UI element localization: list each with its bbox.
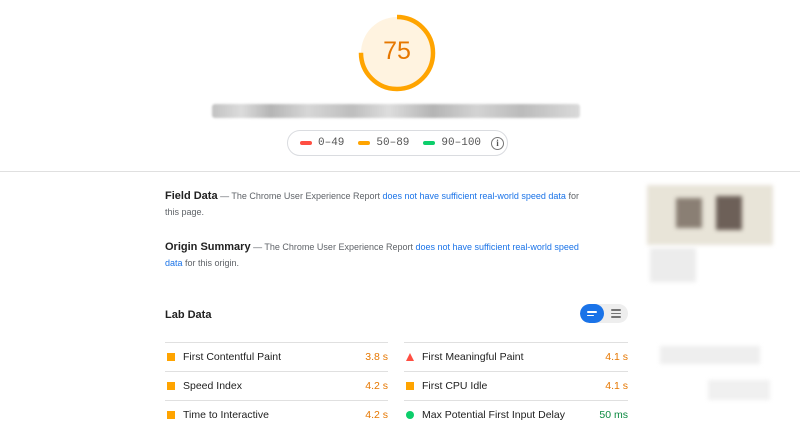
screenshot-blur-block	[708, 380, 770, 400]
info-icon[interactable]: i	[491, 136, 505, 150]
metric-label: Time to Interactive	[183, 409, 269, 421]
metric-label: Max Potential First Input Delay	[422, 409, 565, 421]
screenshot-blur-block	[716, 196, 742, 230]
metric-time-to-interactive: Time to Interactive 4.2 s	[165, 400, 388, 429]
legend-swatch-pass	[423, 141, 436, 145]
average-square-icon	[165, 351, 177, 363]
lab-data-title: Lab Data	[165, 309, 212, 321]
field-data-title: Field Data	[165, 190, 218, 202]
legend-label-average: 50–89	[376, 137, 410, 149]
detail-view-icon[interactable]	[604, 304, 628, 323]
view-toggle[interactable]	[580, 304, 628, 323]
screenshot-blur-block	[647, 185, 773, 245]
origin-summary-section: Origin Summary — The Chrome User Experie…	[165, 239, 585, 271]
average-square-icon	[165, 409, 177, 421]
metric-value: 3.8 s	[365, 351, 388, 363]
metric-label: Speed Index	[183, 380, 242, 392]
metric-label: First Meaningful Paint	[422, 351, 524, 363]
metric-value: 4.1 s	[605, 351, 628, 363]
legend-swatch-average	[358, 141, 371, 145]
legend-item-pass: 90–100	[423, 137, 481, 149]
metric-first-contentful-paint: First Contentful Paint 3.8 s	[165, 342, 388, 371]
field-data-section: Field Data — The Chrome User Experience …	[165, 188, 585, 220]
metric-max-potential-fid: Max Potential First Input Delay 50 ms	[404, 400, 628, 429]
legend-label-fail: 0–49	[318, 137, 345, 149]
metric-first-meaningful-paint: First Meaningful Paint 4.1 s	[404, 342, 628, 371]
metric-value: 4.2 s	[365, 380, 388, 392]
metric-value: 4.1 s	[605, 380, 628, 392]
legend-label-pass: 90–100	[441, 137, 482, 149]
metric-value: 4.2 s	[365, 409, 388, 421]
origin-summary-text-end: for this origin.	[182, 258, 240, 268]
legend-swatch-fail	[300, 141, 312, 145]
screenshot-blur-block	[660, 346, 760, 364]
legend-item-fail: 0–49	[300, 137, 344, 149]
pass-circle-icon	[404, 409, 416, 421]
legend-item-average: 50–89	[358, 137, 409, 149]
metric-first-cpu-idle: First CPU Idle 4.1 s	[404, 371, 628, 400]
origin-summary-title: Origin Summary	[165, 241, 251, 253]
fail-triangle-icon	[404, 351, 416, 363]
list-view-icon[interactable]	[580, 304, 604, 323]
screenshot-blur-block	[650, 248, 696, 282]
section-divider	[0, 171, 800, 172]
origin-summary-text: — The Chrome User Experience Report	[250, 242, 416, 252]
metric-label: First CPU Idle	[422, 380, 488, 392]
field-data-link[interactable]: does not have sufficient real-world spee…	[382, 191, 565, 201]
average-square-icon	[404, 380, 416, 392]
page-url-redacted	[212, 104, 580, 118]
performance-score: 75	[383, 37, 411, 65]
metric-value: 50 ms	[599, 409, 628, 421]
field-data-text: — The Chrome User Experience Report	[217, 191, 383, 201]
average-square-icon	[165, 380, 177, 392]
metric-label: First Contentful Paint	[183, 351, 282, 363]
score-legend: 0–49 50–89 90–100 i	[287, 130, 508, 156]
metric-speed-index: Speed Index 4.2 s	[165, 371, 388, 400]
screenshot-blur-block	[676, 198, 702, 228]
